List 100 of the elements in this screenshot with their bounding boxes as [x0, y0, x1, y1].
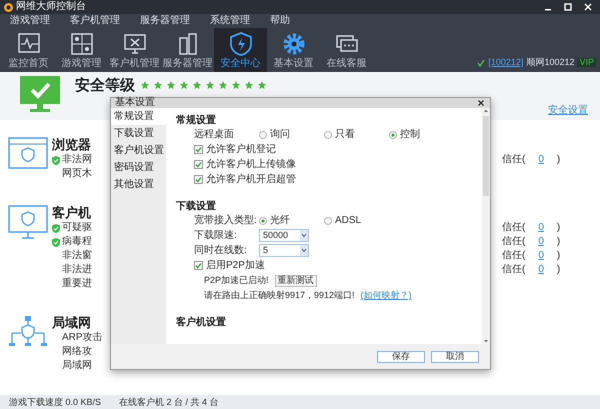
- app-logo-icon: [4, 2, 13, 12]
- star-icon: [167, 81, 176, 90]
- menu-item[interactable]: 系统管理: [200, 15, 260, 27]
- star-icon: [219, 81, 228, 90]
- vip-badge: VIP: [577, 58, 596, 67]
- window-title: 网维大师控制台: [16, 2, 86, 12]
- trust-label: 信任(: [502, 223, 526, 233]
- protection-item: 局域网: [62, 361, 92, 371]
- protection-item: ARP攻击: [62, 333, 103, 343]
- trust-suffix: ): [556, 155, 560, 165]
- checkbox-label: 允许客户机登记: [206, 144, 276, 154]
- settings-section-title: 客户机设置: [176, 315, 226, 329]
- caret-icon: [300, 230, 308, 241]
- checkbox[interactable]: [194, 160, 203, 169]
- star-icon: [258, 81, 267, 90]
- section-title: 局域网: [52, 315, 91, 331]
- monitor-check-icon: [20, 76, 60, 112]
- checkbox[interactable]: [194, 261, 203, 270]
- radio-label: 控制: [400, 130, 420, 140]
- star-icon: [193, 81, 202, 90]
- online-clients-status: 在线客户机 2 台 / 共 4 台: [119, 398, 219, 406]
- account-id-link[interactable]: [100212]: [488, 58, 524, 67]
- scrollbar[interactable]: [482, 108, 490, 344]
- radio-label: 只看: [335, 130, 355, 140]
- browser-shield-icon: [8, 137, 48, 171]
- hint-text: 请在路由上正确映射9917，9912端口!: [204, 291, 355, 300]
- trust-label: 信任(: [502, 251, 526, 261]
- check-icon: [477, 58, 486, 66]
- section-title: 浏览器: [52, 137, 91, 153]
- trust-label: 信任(: [502, 237, 526, 247]
- toolbar-button[interactable]: 监控首页: [2, 28, 55, 72]
- close-icon: [478, 100, 484, 106]
- dropdown[interactable]: 50000: [259, 229, 309, 242]
- star-icon: [180, 81, 189, 90]
- dialog-button[interactable]: 保存: [377, 350, 425, 362]
- checkbox-label: 启用P2P加速: [206, 260, 265, 270]
- radio-button[interactable]: [259, 130, 267, 138]
- field-label: 同时在线数:: [194, 246, 248, 256]
- trust-suffix: ): [556, 237, 560, 247]
- trust-suffix: ): [556, 223, 560, 233]
- download-speed-status: 游戏下载速度 0.0 KB/S: [9, 398, 102, 406]
- radio-button[interactable]: [324, 130, 332, 138]
- star-icon: [154, 81, 163, 90]
- toolbar-button[interactable]: 服务器管理: [161, 28, 214, 72]
- star-icon: [141, 81, 150, 90]
- caret-icon: [300, 245, 308, 256]
- radio-button[interactable]: [389, 130, 397, 138]
- protection-item: 非法进: [62, 265, 92, 275]
- protection-item: 非法窗: [62, 251, 92, 261]
- security-level-title: 安全等级: [75, 78, 135, 93]
- protection-item: 非法网: [62, 155, 92, 165]
- field-label: 远程桌面: [194, 130, 235, 140]
- dropdown[interactable]: 5: [259, 244, 309, 257]
- section-title: 客户机: [52, 205, 91, 221]
- protection-item: 网页木: [62, 169, 92, 179]
- star-icon: [232, 81, 241, 90]
- retest-button[interactable]: 重新测试: [274, 274, 317, 286]
- checkbox-label: 允许客户机上传镜像: [206, 160, 296, 170]
- toolbar-button[interactable]: 游戏管理: [55, 28, 108, 72]
- menu-item[interactable]: 帮助: [260, 15, 300, 27]
- star-icon: [206, 81, 215, 90]
- toolbar-button[interactable]: 安全中心: [214, 28, 267, 72]
- field-label: 下载限速:: [194, 230, 238, 240]
- radio-button[interactable]: [259, 216, 267, 224]
- toolbar-button[interactable]: 在线客服: [320, 28, 373, 72]
- radio-label: ADSL: [335, 216, 362, 226]
- radio-button[interactable]: [324, 216, 332, 224]
- shield-icon: [228, 32, 252, 56]
- toolbar-button[interactable]: 客户机管理: [108, 28, 161, 72]
- checkbox[interactable]: [194, 175, 203, 184]
- help-link[interactable]: (如何映射？): [360, 291, 412, 300]
- radio-label: 光纤: [270, 216, 290, 226]
- settings-section-title: 常规设置: [176, 114, 216, 127]
- account-name: 顺网100212: [526, 58, 574, 67]
- trust-label: 信任(: [502, 155, 526, 165]
- protection-item: 可疑驱: [62, 223, 92, 233]
- settings-section-title: 下载设置: [176, 200, 216, 213]
- scrollbar-thumb[interactable]: [483, 116, 489, 196]
- checkbox-label: 允许客户机开启超管: [206, 174, 296, 184]
- settings-icon: [282, 32, 306, 56]
- trust-suffix: ): [556, 265, 560, 275]
- dialog-button[interactable]: 取消: [431, 350, 479, 362]
- close-button[interactable]: [476, 98, 486, 108]
- radio-label: 询问: [270, 130, 290, 140]
- dialog-title: 基本设置: [115, 98, 155, 108]
- grid-icon: [70, 32, 94, 56]
- settings-nav-item[interactable]: 常规设置: [111, 108, 166, 125]
- menu-item[interactable]: 客户机管理: [60, 15, 130, 27]
- toolbar-button[interactable]: 基本设置: [267, 28, 320, 72]
- trust-label: 信任(: [502, 265, 526, 275]
- trust-suffix: ): [556, 251, 560, 261]
- monitor-tools-icon: [122, 32, 146, 56]
- field-label: 宽带接入类型:: [194, 216, 258, 226]
- monitor-shield-icon: [8, 205, 48, 239]
- star-icon: [245, 81, 254, 90]
- network-shield-icon: [8, 315, 48, 349]
- protection-item: 重要进: [62, 279, 92, 289]
- menu-item[interactable]: 游戏管理: [0, 15, 60, 27]
- menu-item[interactable]: 服务器管理: [130, 15, 200, 27]
- checkbox[interactable]: [194, 145, 203, 154]
